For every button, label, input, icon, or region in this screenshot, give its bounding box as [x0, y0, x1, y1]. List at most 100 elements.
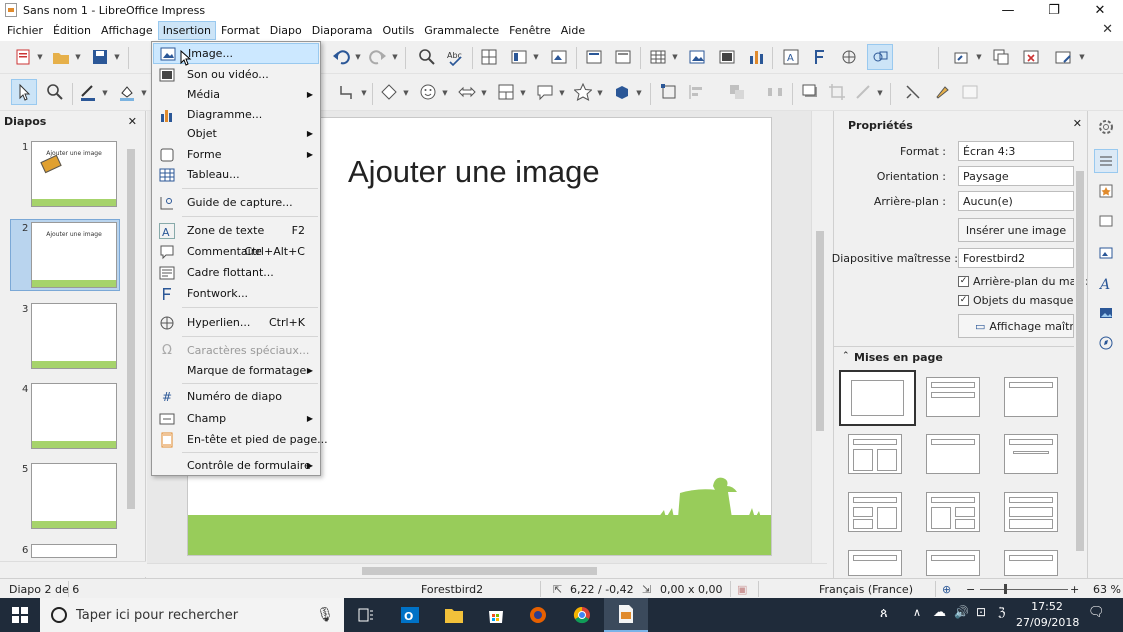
- menu-item-floating-frame[interactable]: Cadre flottant...: [153, 262, 319, 283]
- canvas-horizontal-scrollbar[interactable]: [147, 563, 827, 578]
- scrollbar-thumb[interactable]: [816, 231, 824, 431]
- menu-fichier[interactable]: Fichier: [2, 21, 48, 40]
- chevron-down-icon[interactable]: ▼: [532, 53, 540, 61]
- slide-thumbnail-6[interactable]: [31, 544, 117, 558]
- layout-stacked[interactable]: [1004, 492, 1058, 532]
- input-method-icon[interactable]: ℨ: [998, 605, 1005, 619]
- menu-grammalecte[interactable]: Grammalecte: [419, 21, 504, 40]
- menu-item-form-control[interactable]: Contrôle de formulaire ▶: [153, 455, 319, 476]
- slide-thumbnail-1[interactable]: Ajouter une image: [31, 141, 117, 207]
- volume-icon[interactable]: 🔊: [954, 605, 969, 619]
- taskbar-search-box[interactable]: Taper ici pour rechercher 🎙: [40, 598, 344, 632]
- slide-title[interactable]: Ajouter une image: [348, 154, 600, 190]
- chevron-down-icon[interactable]: ▼: [975, 53, 983, 61]
- microphone-icon[interactable]: 🎙: [316, 607, 334, 623]
- menu-item-hyperlink[interactable]: Hyperlien... Ctrl+K: [153, 312, 319, 333]
- collapse-chevron-icon[interactable]: ⌃: [842, 351, 850, 361]
- slide-thumbnail-3[interactable]: [31, 303, 117, 369]
- find-replace-icon[interactable]: [416, 46, 438, 68]
- background-select[interactable]: Aucun(e): [958, 191, 1074, 211]
- layout-partial-1[interactable]: [848, 550, 902, 576]
- menu-item-header-footer[interactable]: En-tête et pied de page...: [153, 429, 328, 450]
- menu-aide[interactable]: Aide: [556, 21, 590, 40]
- taskbar-time[interactable]: 17:52: [1022, 600, 1072, 613]
- 3d-object-icon[interactable]: [611, 81, 633, 103]
- slide-thumbnail-4[interactable]: [31, 383, 117, 449]
- people-icon[interactable]: ጰ: [880, 606, 888, 621]
- display-views-icon[interactable]: [508, 46, 530, 68]
- slide-transition-icon[interactable]: [950, 46, 972, 68]
- new-slide-icon[interactable]: [583, 46, 605, 68]
- master-objects-checkbox[interactable]: ✓ Objets du masque: [958, 294, 1073, 307]
- chevron-down-icon[interactable]: ▼: [402, 89, 410, 97]
- sidebar-settings-icon[interactable]: [1096, 117, 1116, 137]
- styles-deck-icon[interactable]: A: [1096, 273, 1116, 293]
- layout-two-content-alt[interactable]: [926, 492, 980, 532]
- layout-title-only[interactable]: [1004, 377, 1058, 417]
- chevron-down-icon[interactable]: ▼: [558, 89, 566, 97]
- points-icon[interactable]: [658, 81, 680, 103]
- select-pointer-icon[interactable]: [11, 79, 37, 105]
- chevron-down-icon[interactable]: ▼: [596, 89, 604, 97]
- menu-item-field[interactable]: Champ ▶: [153, 408, 319, 429]
- menu-diaporama[interactable]: Diaporama: [307, 21, 378, 40]
- canvas-vertical-scrollbar[interactable]: [811, 111, 827, 564]
- menu-item-special-characters[interactable]: Ω Caractères spéciaux...: [153, 340, 319, 361]
- chevron-down-icon[interactable]: ▼: [1078, 53, 1086, 61]
- arrange-objects-icon[interactable]: [726, 81, 748, 103]
- insert-media-icon[interactable]: [716, 46, 738, 68]
- chevron-down-icon[interactable]: ▼: [140, 89, 148, 97]
- menu-item-formatting-mark[interactable]: Marque de formatage ▶: [153, 360, 319, 381]
- layout-partial-2[interactable]: [926, 550, 980, 576]
- network-icon[interactable]: ⊡: [976, 605, 986, 619]
- show-hidden-icons-chevron-icon[interactable]: ∧: [913, 606, 921, 619]
- layout-title-top[interactable]: [926, 434, 980, 474]
- master-slide-select[interactable]: Forestbird2: [958, 248, 1074, 268]
- chevron-down-icon[interactable]: ▼: [101, 89, 109, 97]
- menu-item-fontwork[interactable]: Fontwork...: [153, 283, 319, 304]
- file-explorer-icon[interactable]: [432, 598, 476, 632]
- menu-insertion[interactable]: Insertion: [157, 21, 216, 40]
- animation-deck-icon[interactable]: [1096, 211, 1116, 231]
- menu-item-object[interactable]: Objet ▶: [153, 123, 319, 144]
- task-view-icon[interactable]: [344, 598, 388, 632]
- chevron-down-icon[interactable]: ▼: [74, 53, 82, 61]
- menu-item-snap-guide[interactable]: Guide de capture...: [153, 192, 319, 213]
- diamond-shape-icon[interactable]: [378, 81, 400, 103]
- insert-image-icon[interactable]: [686, 46, 708, 68]
- chevron-down-icon[interactable]: ▼: [635, 89, 643, 97]
- save-icon[interactable]: [89, 46, 111, 68]
- layout-title-content[interactable]: [926, 377, 980, 417]
- crop-icon[interactable]: [826, 81, 848, 103]
- slide-thumbnail-5[interactable]: [31, 463, 117, 529]
- master-slide-icon[interactable]: [548, 46, 570, 68]
- menu-fenetre[interactable]: Fenêtre: [504, 21, 556, 40]
- close-document-button[interactable]: ✕: [1102, 22, 1113, 37]
- properties-deck-icon[interactable]: [1094, 149, 1118, 173]
- arrange-icon[interactable]: [990, 46, 1012, 68]
- slides-pane-close-button[interactable]: ✕: [128, 115, 137, 128]
- chrome-icon[interactable]: [560, 598, 604, 632]
- delete-slide-icon[interactable]: [1020, 46, 1042, 68]
- undo-icon[interactable]: [330, 46, 352, 68]
- new-document-icon[interactable]: [12, 46, 34, 68]
- fontwork-icon[interactable]: [808, 46, 830, 68]
- text-box-icon[interactable]: A: [780, 46, 802, 68]
- zoom-slider-thumb[interactable]: [1004, 584, 1007, 594]
- distribute-icon[interactable]: [764, 81, 786, 103]
- smiley-shape-icon[interactable]: [417, 81, 439, 103]
- slide-layout-icon[interactable]: [1052, 46, 1074, 68]
- zoom-percentage[interactable]: 63 %: [1093, 583, 1121, 596]
- menu-item-table[interactable]: Tableau...: [153, 164, 319, 185]
- navigator-deck-icon[interactable]: [1096, 333, 1116, 353]
- layout-centered-text[interactable]: [1004, 434, 1058, 474]
- layout-blank[interactable]: [839, 370, 916, 426]
- chevron-down-icon[interactable]: ▼: [519, 89, 527, 97]
- orientation-select[interactable]: Paysage: [958, 166, 1074, 186]
- chevron-down-icon[interactable]: ▼: [441, 89, 449, 97]
- shapes-icon[interactable]: [867, 44, 893, 70]
- star-icon[interactable]: [572, 81, 594, 103]
- zoom-out-button[interactable]: −: [966, 583, 975, 596]
- connector-icon[interactable]: [336, 81, 358, 103]
- menu-affichage[interactable]: Affichage: [96, 21, 158, 40]
